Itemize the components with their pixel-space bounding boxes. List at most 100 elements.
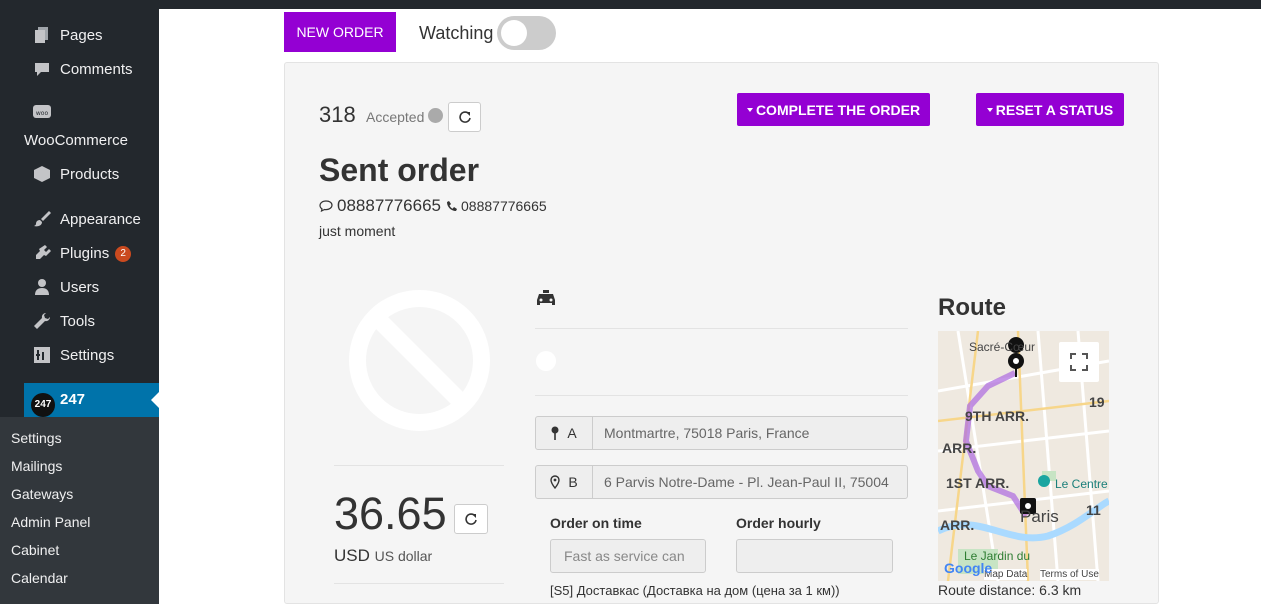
sidebar-item-tools[interactable]: Tools	[0, 306, 159, 336]
terms-link[interactable]: Terms of Use	[1040, 569, 1099, 580]
sidebar-item-label: Users	[60, 278, 100, 296]
map-label: 19	[1089, 394, 1105, 410]
point-b-field[interactable]: B 6 Parvis Notre-Dame - Pl. Jean-Paul II…	[535, 465, 908, 499]
phone-main[interactable]: 08887776665	[337, 196, 441, 216]
reset-status-button[interactable]: RESET A STATUS	[976, 93, 1124, 126]
map-label: 11	[1086, 502, 1101, 518]
pages-icon	[35, 27, 48, 43]
avatar: 247	[31, 393, 55, 417]
currency-name: US dollar	[374, 548, 433, 564]
fullscreen-icon	[1070, 353, 1088, 371]
divider	[535, 328, 908, 329]
refresh-status-button[interactable]	[448, 102, 481, 132]
complete-order-button[interactable]: COMPLETE THE ORDER	[737, 93, 930, 126]
pin-icon	[551, 426, 559, 440]
sidebar-item-label: Settings	[60, 346, 115, 364]
sidebar-item-settings[interactable]: Settings	[0, 340, 159, 370]
sidebar-item-label: Tools	[60, 312, 96, 330]
point-a-field[interactable]: A Montmartre, 75018 Paris, France	[535, 416, 908, 450]
sidebar-item-users[interactable]: Users	[0, 272, 159, 302]
map-label: 9TH ARR.	[965, 408, 1030, 424]
taxi-icon	[537, 290, 555, 305]
sidebar-item-label: Plugins 2	[60, 245, 132, 262]
submenu-item-gateways[interactable]: Gateways	[11, 486, 73, 502]
order-on-time-label: Order on time	[550, 515, 642, 531]
order-status: Accepted	[366, 109, 425, 125]
tools-icon	[34, 312, 51, 329]
order-on-time-input[interactable]: Fast as service can	[550, 539, 706, 573]
submenu-item-cabinet[interactable]: Cabinet	[11, 542, 59, 558]
settings-icon	[34, 347, 50, 363]
phone-alt[interactable]: 08887776665	[461, 198, 547, 214]
sidebar-item-products[interactable]: Products	[0, 159, 159, 189]
submenu-item-calendar[interactable]: Calendar	[11, 570, 68, 586]
sidebar-item-247[interactable]: 247 247	[24, 383, 159, 417]
order-hourly-input[interactable]	[736, 539, 893, 573]
divider	[535, 395, 908, 396]
route-title: Route	[938, 294, 1006, 321]
products-icon	[34, 166, 50, 182]
plugins-icon	[36, 245, 51, 259]
phone-icon	[447, 201, 458, 211]
plugins-update-badge: 2	[115, 245, 132, 262]
new-order-button[interactable]: NEW ORDER	[284, 12, 396, 52]
sidebar-item-appearance[interactable]: Appearance	[0, 204, 159, 234]
sidebar-item-pages[interactable]: Pages	[0, 20, 159, 50]
users-icon	[35, 279, 49, 295]
sidebar-item-woocommerce[interactable]: WooCommerce	[0, 125, 159, 155]
no-image-icon	[349, 290, 490, 431]
route-map[interactable]: Sacré-Cœur 9TH ARR. ARR. 1ST ARR. Le Cen…	[938, 331, 1109, 581]
order-note: just moment	[319, 223, 396, 239]
currency: USD US dollar	[334, 546, 432, 566]
divider	[334, 583, 504, 584]
sidebar-item-label: 247	[60, 391, 86, 408]
point-a-addon: A	[536, 417, 593, 449]
caret-down-icon	[986, 107, 993, 112]
point-a-input[interactable]: Montmartre, 75018 Paris, France	[604, 425, 899, 441]
submenu-item-settings[interactable]: Settings	[11, 430, 62, 446]
admin-sidebar: Pages Comments woo WooCommerce Products …	[0, 9, 159, 604]
google-logo: Google	[944, 560, 993, 576]
order-hourly-label: Order hourly	[736, 515, 821, 531]
toggle-knob	[501, 20, 527, 46]
submenu-item-mailings[interactable]: Mailings	[11, 458, 62, 474]
point-b-input[interactable]: 6 Parvis Notre-Dame - Pl. Jean-Paul II, …	[604, 474, 899, 490]
map-label: ARR.	[940, 517, 975, 533]
fullscreen-button[interactable]	[1059, 342, 1099, 382]
sidebar-item-comments[interactable]: Comments	[0, 54, 159, 84]
svg-text:woo: woo	[36, 110, 49, 117]
map-label: Le Centre	[1055, 477, 1108, 491]
map-label: Sacré-Cœur	[969, 340, 1036, 354]
service-line: [S5] Доставкас (Доставка на дом (цена за…	[550, 583, 840, 598]
refresh-icon	[465, 513, 477, 525]
order-number: 318	[319, 102, 356, 127]
route-distance: Route distance: 6.3 km	[938, 582, 1082, 598]
page-title: Sent order	[319, 152, 480, 188]
refresh-price-button[interactable]	[454, 504, 488, 534]
woocommerce-icon-row[interactable]: woo	[0, 103, 159, 121]
sidebar-item-label: WooCommerce	[24, 131, 128, 149]
map-label: ARR.	[942, 440, 977, 456]
sidebar-item-label: Products	[60, 165, 120, 183]
map-label: 1ST ARR.	[946, 475, 1010, 491]
comments-icon	[35, 63, 49, 76]
watching-toggle[interactable]	[497, 16, 556, 50]
currency-code: USD	[334, 546, 370, 565]
sidebar-item-label: Pages	[60, 26, 103, 44]
point-b-addon: B	[536, 466, 593, 498]
driver-avatar	[536, 351, 556, 371]
chat-icon	[319, 200, 333, 212]
caret-down-icon	[746, 107, 753, 112]
map-label: Paris	[1020, 507, 1059, 526]
watching-label: Watching	[419, 23, 494, 43]
sidebar-item-label: Comments	[60, 60, 133, 78]
submenu: Settings Mailings Gateways Admin Panel C…	[0, 417, 159, 604]
sidebar-item-plugins[interactable]: Plugins 2	[0, 238, 159, 268]
sidebar-item-label: Appearance	[60, 210, 141, 228]
order-price: 36.65	[334, 488, 447, 539]
active-pointer	[151, 392, 159, 408]
woocommerce-icon: woo	[33, 105, 51, 118]
submenu-item-admin-panel[interactable]: Admin Panel	[11, 514, 90, 530]
map-marker-icon	[550, 475, 561, 489]
phone-row: 08887776665 08887776665	[319, 196, 547, 216]
